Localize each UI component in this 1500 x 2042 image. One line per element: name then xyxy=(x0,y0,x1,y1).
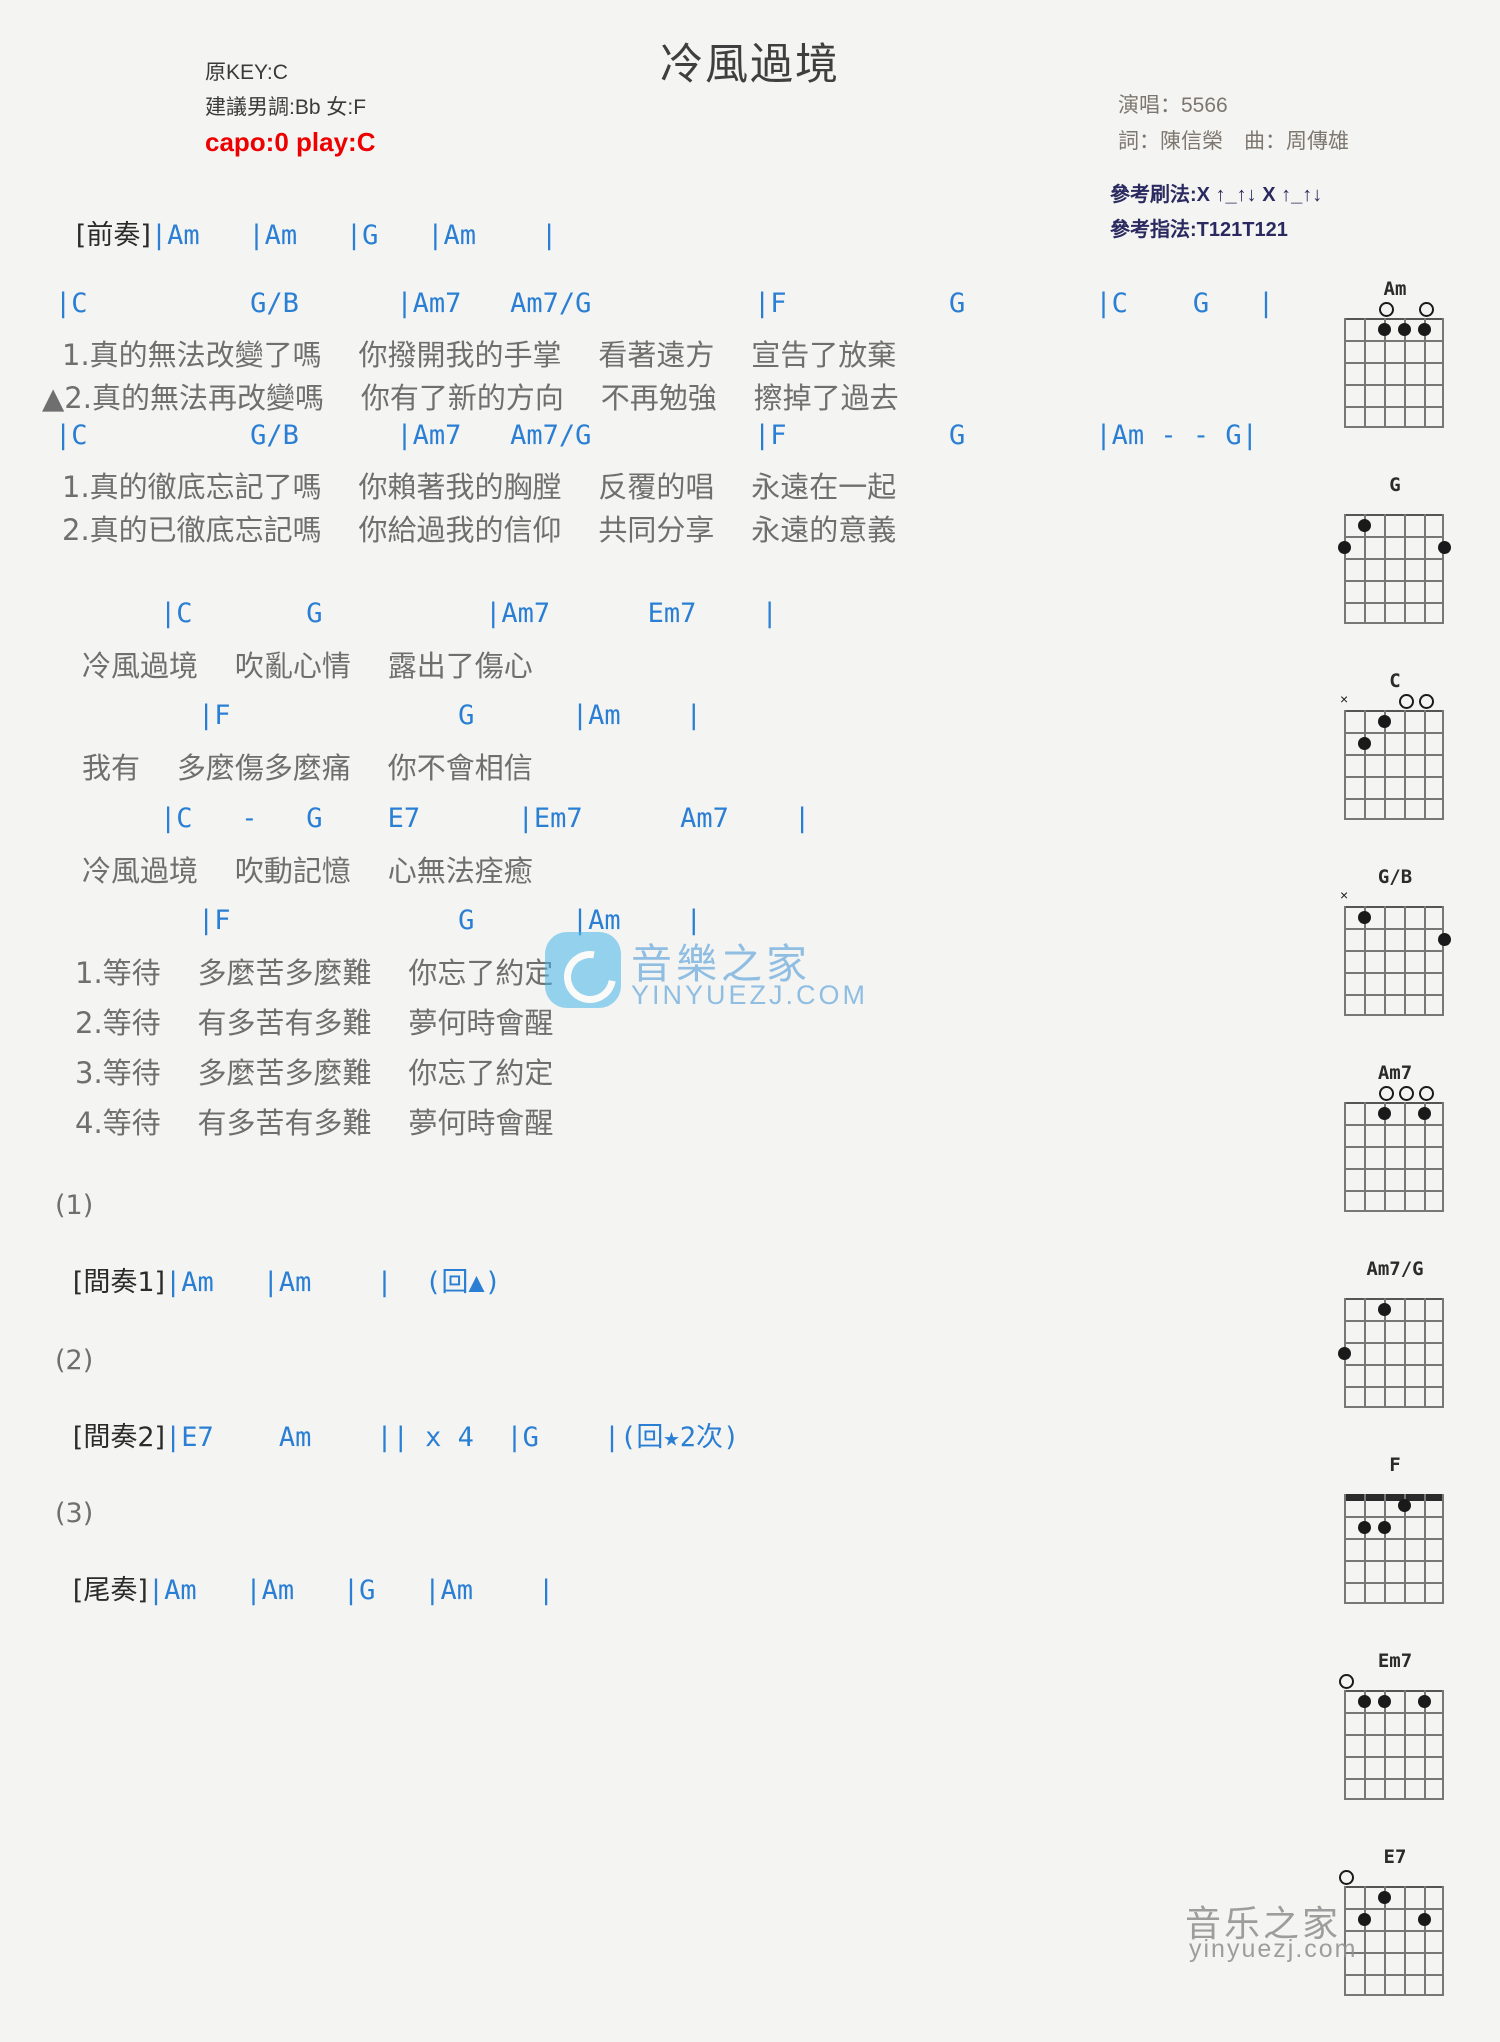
chord-diagram-em7: Em7 xyxy=(1330,1650,1460,1832)
suggested-key: 建議男調:Bb 女:F xyxy=(205,90,376,125)
chorus-lyric-4-4: 4.等待 有多苦有多難 夢何時會醒 xyxy=(75,1100,553,1142)
fretboard-grid xyxy=(1344,318,1444,428)
capo-info: capo:0 play:C xyxy=(205,125,376,160)
chord-sheet-page: 冷風過境 原KEY:C 建議男調:Bb 女:F capo:0 play:C 演唱… xyxy=(0,0,1500,1979)
chord-diagram-am7: Am7 xyxy=(1330,1062,1460,1244)
fretboard-grid xyxy=(1344,1298,1444,1408)
watermark-center: 音樂之家 YINYUEZJ.COM xyxy=(545,930,945,1020)
interlude2-chords: |E7 Am || x 4 |G |(回★2次) xyxy=(165,1422,739,1453)
watermark-bottom: 音乐之家 yinyuezj.com xyxy=(1185,1895,1445,1967)
outro-chords: |Am |Am |G |Am | xyxy=(148,1575,554,1606)
section-tag-outro: [尾奏] xyxy=(73,1575,148,1606)
interlude1-number: (1) xyxy=(55,1190,93,1221)
chorus-lyric-4-3: 3.等待 多麼苦多麼難 你忘了約定 xyxy=(75,1050,553,1092)
fretboard-grid: × xyxy=(1344,710,1444,820)
section-tag-interlude1: [間奏1] xyxy=(73,1267,165,1298)
section-outro: [尾奏]|Am |Am |G |Am | xyxy=(55,1550,554,1625)
singer: 演唱：5566 xyxy=(1118,88,1349,124)
section-tag-intro: [前奏] xyxy=(76,220,151,251)
chord-diagram-label: Am7/G xyxy=(1330,1258,1460,1280)
play-technique-info: 參考刷法:X ↑_↑↓ X ↑_↑↓ 參考指法:T121T121 xyxy=(1110,178,1322,248)
fretboard-grid xyxy=(1344,1102,1444,1212)
outro-number: (3) xyxy=(55,1498,93,1529)
verse1-lyric-a2: ▲2.真的無法再改變嗎 你有了新的方向 不再勉強 擦掉了過去 xyxy=(42,375,899,417)
chord-diagram-label: F xyxy=(1330,1454,1460,1476)
watermark-center-sub: YINYUEZJ.COM xyxy=(631,980,868,1011)
chord-diagram-g-b: G/B × xyxy=(1330,866,1460,1048)
fingerstyle-pattern: 參考指法:T121T121 xyxy=(1110,213,1322,248)
chorus-chordline-1: |C G |Am7 Em7 | xyxy=(160,598,778,629)
chord-diagram-g: G xyxy=(1330,474,1460,656)
fretboard-grid xyxy=(1344,1690,1444,1800)
chord-diagram-label: C xyxy=(1330,670,1460,692)
chord-diagram-c: C × xyxy=(1330,670,1460,852)
chord-diagram-label: G/B xyxy=(1330,866,1460,888)
chorus-chordline-2: |F G |Am | xyxy=(198,700,702,731)
chord-diagram-label: E7 xyxy=(1330,1846,1460,1868)
key-info: 原KEY:C 建議男調:Bb 女:F capo:0 play:C xyxy=(205,55,376,160)
watermark-bottom-sub: yinyuezj.com xyxy=(1189,1935,1358,1964)
chorus-lyric-3: 冷風過境 吹動記憶 心無法痊癒 xyxy=(82,848,533,890)
chorus-lyric-2: 我有 多麼傷多麼痛 你不會相信 xyxy=(82,745,533,787)
verse1-lyric-a1: 1.真的無法改變了嗎 你撥開我的手掌 看著遠方 宣告了放棄 xyxy=(62,332,896,374)
original-key: 原KEY:C xyxy=(205,55,376,90)
interlude1-chords: |Am |Am | (回▲) xyxy=(165,1267,501,1298)
writers: 詞：陳信榮 曲：周傳雄 xyxy=(1118,124,1349,160)
chord-diagram-column: Am G xyxy=(1330,278,1480,2042)
chorus-lyric-4-1: 1.等待 多麼苦多麼難 你忘了約定 xyxy=(75,950,553,992)
verse1-lyric-b1: 1.真的徹底忘記了嗎 你賴著我的胸膛 反覆的唱 永遠在一起 xyxy=(62,464,896,506)
watermark-logo-icon xyxy=(545,932,621,1008)
intro-chords: |Am |Am |G |Am | xyxy=(151,220,557,251)
chord-diagram-label: Am xyxy=(1330,278,1460,300)
fretboard-grid xyxy=(1344,1494,1444,1604)
verse1-chordline-a: |C G/B |Am7 Am7/G |F G |C G | xyxy=(55,288,1274,319)
chord-diagram-am: Am xyxy=(1330,278,1460,460)
chord-diagram-am7-g: Am7/G xyxy=(1330,1258,1460,1440)
chord-diagram-label: Am7 xyxy=(1330,1062,1460,1084)
section-interlude1: [間奏1]|Am |Am | (回▲) xyxy=(55,1242,501,1317)
chord-diagram-label: G xyxy=(1330,474,1460,496)
chorus-lyric-1: 冷風過境 吹亂心情 露出了傷心 xyxy=(82,643,533,685)
credits: 演唱：5566 詞：陳信榮 曲：周傳雄 xyxy=(1118,88,1349,160)
chorus-lyric-4-2: 2.等待 有多苦有多難 夢何時會醒 xyxy=(75,1000,553,1042)
chord-diagram-label: Em7 xyxy=(1330,1650,1460,1672)
chord-diagram-f: F xyxy=(1330,1454,1460,1636)
verse1-chordline-b: |C G/B |Am7 Am7/G |F G |Am - - G| xyxy=(55,420,1258,451)
interlude2-number: (2) xyxy=(55,1345,93,1376)
strum-pattern: 參考刷法:X ↑_↑↓ X ↑_↑↓ xyxy=(1110,178,1322,213)
chorus-chordline-3: |C - G E7 |Em7 Am7 | xyxy=(160,803,810,834)
section-intro: [前奏]|Am |Am |G |Am | xyxy=(58,195,557,270)
verse1-lyric-b2: 2.真的已徹底忘記嗎 你給過我的信仰 共同分享 永遠的意義 xyxy=(62,507,896,549)
section-interlude2: [間奏2]|E7 Am || x 4 |G |(回★2次) xyxy=(55,1397,739,1472)
fretboard-grid xyxy=(1344,514,1444,624)
section-tag-interlude2: [間奏2] xyxy=(73,1422,165,1453)
fretboard-grid: × xyxy=(1344,906,1444,1016)
